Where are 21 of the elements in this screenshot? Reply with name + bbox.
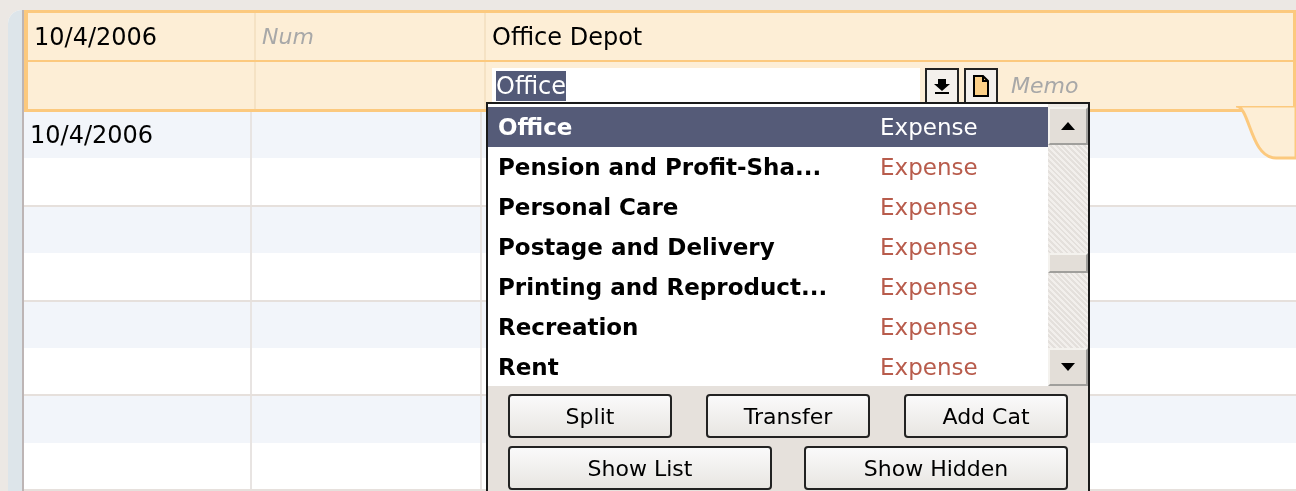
dropdown-button[interactable]: Split [508,394,672,438]
date-cell[interactable]: 10/4/2006 [34,22,158,51]
category-option[interactable]: Rent Expense [488,347,1048,387]
dropdown-button[interactable]: Add Cat [904,394,1068,438]
category-option[interactable]: Office Expense [488,107,1048,147]
scroll-up-icon[interactable] [1048,107,1088,145]
document-icon[interactable] [964,67,998,104]
date-cell: 10/4/2006 [30,121,154,150]
category-field[interactable]: Office [492,67,920,104]
category-option[interactable]: Pension and Profit-Sha... Expense [488,147,1048,187]
dropdown-button[interactable]: Show Hidden [804,446,1068,490]
dropdown-button[interactable]: Show List [508,446,772,490]
payee-cell[interactable]: Office Depot [492,22,643,51]
category-option[interactable]: Postage and Delivery Expense [488,227,1048,267]
scroll-thumb[interactable] [1048,253,1088,273]
scroll-down-icon[interactable] [1048,348,1088,386]
dropdown-button[interactable]: Transfer [706,394,870,438]
category-option[interactable]: Printing and Reproduct... Expense [488,267,1048,307]
category-option[interactable]: Personal Care Expense [488,187,1048,227]
scrollbar[interactable] [1048,104,1088,386]
download-icon[interactable] [925,67,959,104]
